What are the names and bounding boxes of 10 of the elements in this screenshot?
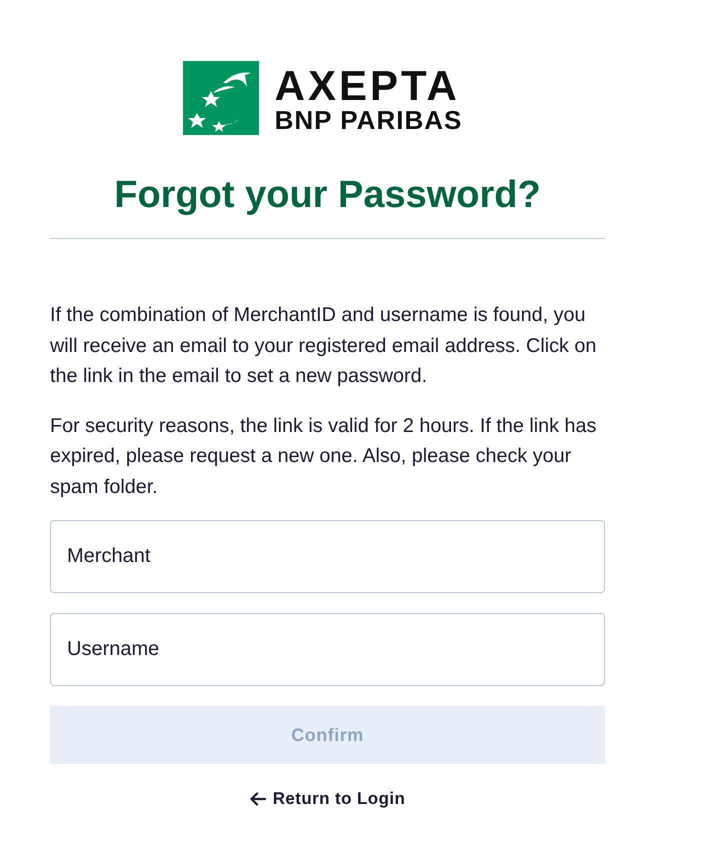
logo-icon (182, 61, 259, 135)
page-title: Forgot your Password? (113, 173, 542, 218)
return-to-login-link[interactable]: Return to Login (250, 787, 406, 811)
input-field[interactable]: Merchant (50, 520, 605, 593)
arrow-left-icon (250, 792, 266, 806)
info-paragraph: If the combination of MerchantID and username is found, you will receive an email to your registered email address. Click on the link in the email to set a new password. (50, 303, 598, 389)
company-name: BNP PARIBAS (274, 109, 462, 131)
brand-name: AXEPTA (274, 69, 461, 103)
input-field[interactable]: Username (50, 613, 605, 686)
info-paragraph: For security reasons, the link is valid for 2 hours. If the link has expired, please request a new one. Also, please check your spam folder. (50, 414, 598, 500)
